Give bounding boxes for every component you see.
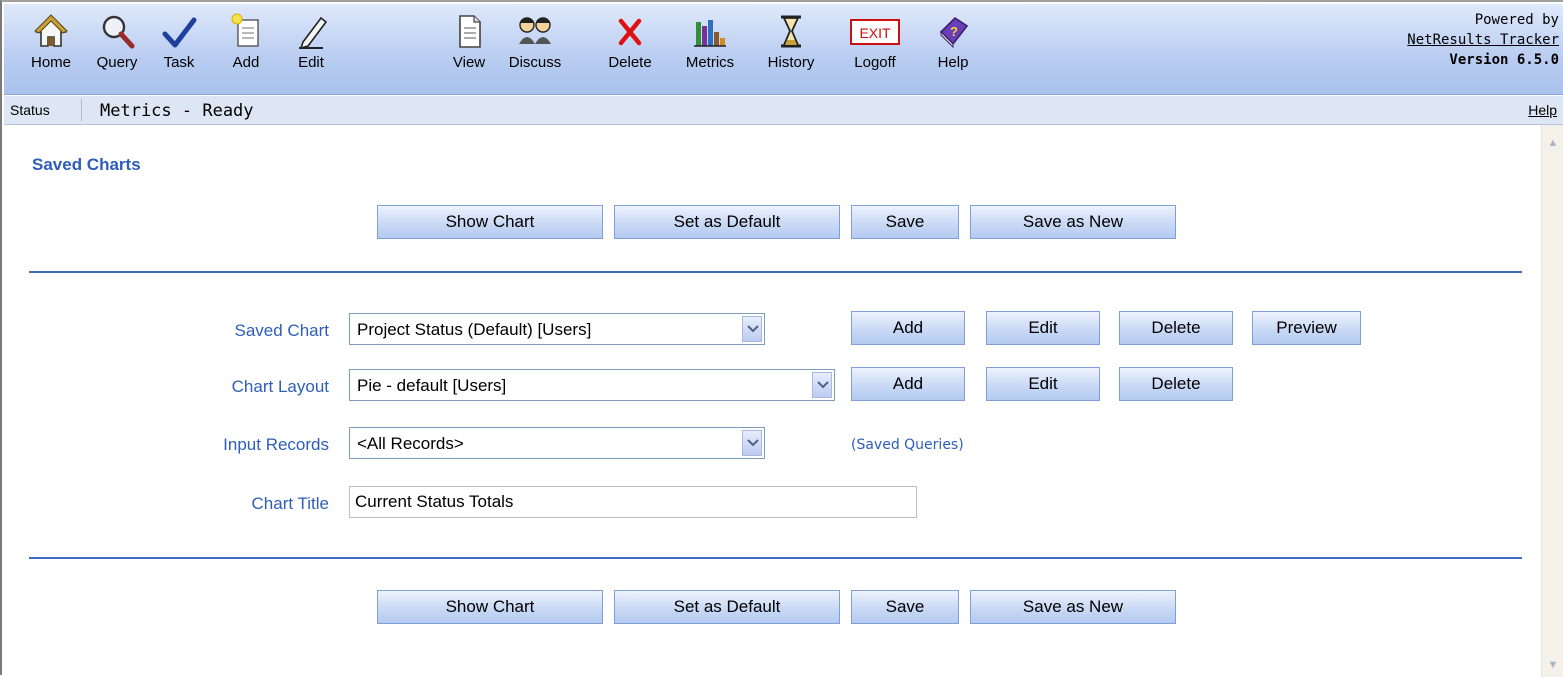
pencil-icon	[299, 16, 328, 50]
save-button-bottom[interactable]: Save	[851, 590, 959, 624]
input-records-select[interactable]: <All Records>	[349, 427, 765, 459]
main-toolbar: Home Query Task Add Edit View Discuss De…	[4, 4, 1563, 95]
chart-title-label: Chart Title	[251, 494, 329, 513]
toolbar-task-button[interactable]: Task	[154, 12, 204, 92]
powered-by-block: Powered by NetResults Tracker Version 6.…	[1407, 10, 1559, 70]
chart-title-input[interactable]	[349, 486, 917, 518]
toolbar-query-label: Query	[96, 54, 138, 71]
toolbar-help-button[interactable]: ? Help	[927, 12, 979, 92]
hourglass-icon	[781, 15, 801, 48]
saved-chart-label: Saved Chart	[234, 321, 330, 340]
section-title: Saved Charts	[32, 155, 141, 174]
new-document-icon	[231, 13, 259, 47]
toolbar-home-label: Home	[30, 54, 71, 71]
product-link[interactable]: NetResults Tracker	[1407, 30, 1559, 50]
version-text: Version 6.5.0	[1449, 52, 1559, 68]
show-chart-button-top[interactable]: Show Chart	[377, 205, 603, 239]
toolbar-discuss-label: Discuss	[508, 54, 562, 71]
toolbar-metrics-label: Metrics	[685, 54, 735, 71]
toolbar-delete-label: Delete	[608, 54, 652, 71]
saved-chart-value: Project Status (Default) [Users]	[357, 320, 592, 339]
toolbar-view-button[interactable]: View	[444, 12, 494, 92]
magnifier-icon	[102, 15, 135, 49]
status-separator	[81, 99, 82, 121]
toolbar-query-button[interactable]: Query	[88, 12, 146, 92]
saved-queries-link[interactable]: (Saved Queries)	[851, 437, 964, 453]
app-window: Home Query Task Add Edit View Discuss De…	[0, 0, 1563, 677]
red-x-icon	[618, 18, 642, 46]
save-as-new-button-bottom[interactable]: Save as New	[970, 590, 1176, 624]
vertical-scrollbar[interactable]: ▲ ▼	[1541, 125, 1563, 677]
chart-layout-select[interactable]: Pie - default [Users]	[349, 369, 835, 401]
document-icon	[459, 15, 481, 48]
save-button-top[interactable]: Save	[851, 205, 959, 239]
people-icon	[519, 17, 551, 44]
powered-by-text: Powered by	[1474, 12, 1559, 28]
toolbar-history-button[interactable]: History	[758, 12, 824, 92]
toolbar-history-label: History	[767, 54, 815, 71]
scroll-down-icon[interactable]: ▼	[1544, 655, 1562, 675]
toolbar-add-label: Add	[232, 54, 260, 71]
toolbar-edit-button[interactable]: Edit	[286, 12, 336, 92]
help-book-icon: ?	[939, 16, 969, 49]
home-icon	[34, 14, 68, 47]
svg-text:EXIT: EXIT	[859, 25, 891, 41]
status-bar: Status Metrics - Ready Help	[4, 95, 1563, 125]
toolbar-metrics-button[interactable]: Metrics	[677, 12, 743, 92]
toolbar-view-label: View	[452, 54, 486, 71]
status-text: Metrics - Ready	[100, 101, 254, 121]
saved-chart-select[interactable]: Project Status (Default) [Users]	[349, 313, 765, 345]
toolbar-help-label: Help	[937, 54, 969, 71]
chart-layout-label: Chart Layout	[231, 377, 329, 396]
toolbar-task-label: Task	[163, 54, 195, 71]
status-help-link[interactable]: Help	[1528, 102, 1557, 118]
saved-chart-delete-button[interactable]: Delete	[1119, 311, 1233, 345]
set-as-default-button-bottom[interactable]: Set as Default	[614, 590, 840, 624]
chart-layout-add-button[interactable]: Add	[851, 367, 965, 401]
saved-chart-edit-button[interactable]: Edit	[986, 311, 1100, 345]
scroll-up-icon[interactable]: ▲	[1544, 133, 1562, 153]
toolbar-edit-label: Edit	[298, 54, 324, 71]
saved-chart-add-button[interactable]: Add	[851, 311, 965, 345]
save-as-new-button-top[interactable]: Save as New	[970, 205, 1176, 239]
top-divider	[29, 271, 1522, 273]
input-records-label: Input Records	[223, 435, 329, 454]
toolbar-logoff-button[interactable]: EXIT Logoff	[845, 12, 905, 92]
status-label: Status	[10, 102, 50, 118]
exit-sign-icon: EXIT	[850, 19, 900, 45]
bar-chart-icon	[694, 20, 726, 47]
chart-layout-edit-button[interactable]: Edit	[986, 367, 1100, 401]
input-records-value: <All Records>	[357, 434, 464, 453]
toolbar-add-button[interactable]: Add	[221, 12, 271, 92]
saved-chart-preview-button[interactable]: Preview	[1252, 311, 1361, 345]
chevron-down-icon[interactable]	[812, 372, 832, 398]
toolbar-home-button[interactable]: Home	[26, 12, 76, 92]
main-content: Saved Charts Show Chart Set as Default S…	[4, 125, 1543, 677]
set-as-default-button-top[interactable]: Set as Default	[614, 205, 840, 239]
toolbar-delete-button[interactable]: Delete	[600, 12, 660, 92]
bottom-divider	[29, 557, 1522, 559]
toolbar-discuss-button[interactable]: Discuss	[500, 12, 570, 92]
chevron-down-icon[interactable]	[742, 430, 762, 456]
show-chart-button-bottom[interactable]: Show Chart	[377, 590, 603, 624]
chart-layout-value: Pie - default [Users]	[357, 376, 507, 395]
chart-layout-delete-button[interactable]: Delete	[1119, 367, 1233, 401]
toolbar-logoff-label: Logoff	[854, 54, 896, 71]
checkmark-icon	[162, 17, 197, 48]
svg-text:?: ?	[950, 24, 958, 39]
chevron-down-icon[interactable]	[742, 316, 762, 342]
